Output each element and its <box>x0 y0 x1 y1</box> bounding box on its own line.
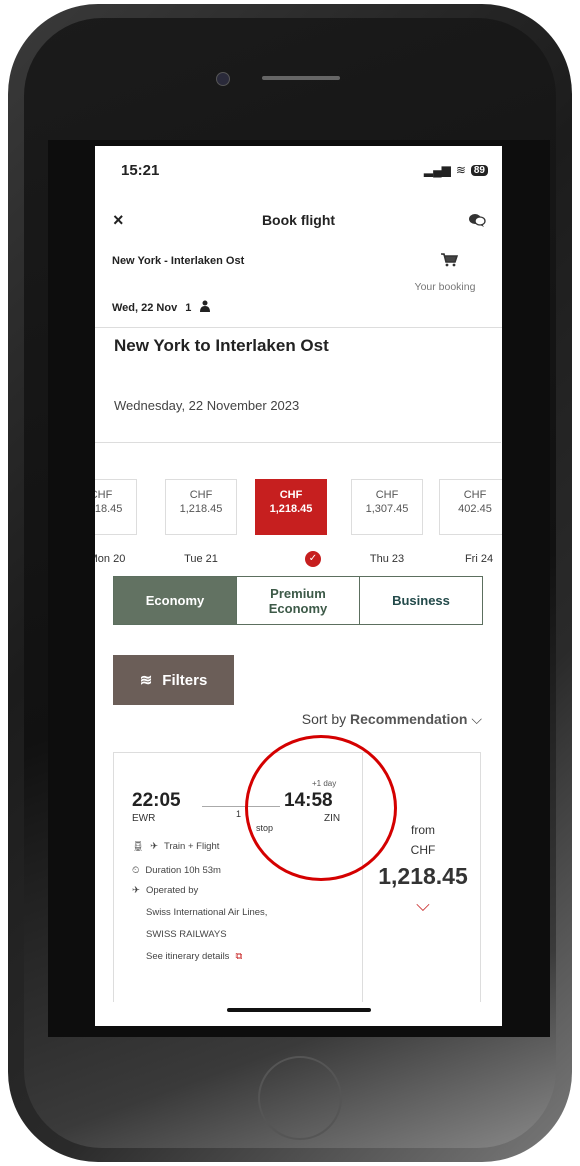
app-screen: 15:21 ▂▄▆ ≋ 89 × Book flight New York - … <box>95 146 502 1026</box>
filters-label: Filters <box>162 671 208 689</box>
chat-icon[interactable] <box>468 212 486 231</box>
trip-route: New York - Interlaken Ost <box>112 255 245 267</box>
filters-button[interactable]: ≋ Filters <box>113 655 234 705</box>
cabin-business[interactable]: Business <box>360 577 482 624</box>
sort-prefix: Sort by <box>301 711 351 727</box>
date-option[interactable]: CHF 1,218.45 <box>165 479 237 535</box>
page-title: Book flight <box>261 212 336 228</box>
check-icon: ✓ <box>305 551 321 567</box>
sort-value: Recommendation <box>350 711 468 727</box>
date-label: Thu 23 <box>369 553 405 565</box>
home-indicator <box>227 1008 371 1012</box>
clock-icon: ⏲ <box>132 865 140 876</box>
date-label: Fri 24 <box>464 553 494 565</box>
divider <box>95 327 502 328</box>
train-icon: 🚆︎ <box>132 841 145 852</box>
itinerary-link-label: See itinerary details <box>146 951 230 962</box>
date-option[interactable]: CHF 1,218.45 <box>95 479 137 535</box>
signal-icon: ▂▄▆ <box>423 163 451 177</box>
operator-line: SWISS RAILWAYS <box>146 929 227 940</box>
cabin-class-selector: Economy Premium Economy Business <box>113 576 483 625</box>
operated-by-label: Operated by <box>145 885 199 896</box>
plane-icon: ✈ <box>132 885 140 896</box>
date-price-strip[interactable]: CHF 1,218.45 CHF 1,218.45 CHF 1,218.45 C… <box>95 442 502 573</box>
cabin-economy[interactable]: Economy <box>114 577 237 624</box>
app-header: × Book flight <box>95 210 502 232</box>
results-heading: New York to Interlaken Ost <box>114 336 329 355</box>
flight-price: 1,218.45 <box>378 863 468 889</box>
departure-code: EWR <box>132 813 156 824</box>
chevron-down-icon: ⌵ <box>471 711 482 727</box>
status-icons: ▂▄▆ ≋ 89 <box>424 163 488 177</box>
cart-icon[interactable] <box>440 252 459 272</box>
cabin-premium-economy[interactable]: Premium Economy <box>237 577 360 624</box>
speaker-grille <box>262 76 340 80</box>
sort-dropdown[interactable]: Sort by Recommendation ⌵ <box>302 711 482 728</box>
date-option[interactable]: CHF 402.45 <box>439 479 502 535</box>
passenger-count: 1 <box>185 302 192 314</box>
duration-row: ⏲ Duration 10h 53m <box>132 865 221 876</box>
home-button[interactable] <box>258 1056 342 1140</box>
departure-time: 22:05 <box>132 790 181 811</box>
trip-date: Wed, 22 Nov <box>112 302 178 314</box>
date-label: Tue 21 <box>184 553 218 565</box>
external-link-icon: ⧉ <box>235 951 243 962</box>
plane-icon: ✈ <box>150 841 159 852</box>
chevron-down-icon[interactable]: ⌵ <box>363 895 483 916</box>
transport-type: Train + Flight <box>164 841 220 852</box>
trip-summary[interactable]: Wed, 22 Nov 1 <box>112 300 211 316</box>
your-booking-label[interactable]: Your booking <box>410 280 480 294</box>
sliders-icon: ≋ <box>139 672 153 689</box>
date-option[interactable]: CHF 1,307.45 <box>351 479 423 535</box>
date-label: Mon 20 <box>95 553 126 565</box>
highlight-circle <box>245 735 397 881</box>
duration: Duration 10h 53m <box>145 865 221 876</box>
travel-date: Wednesday, 22 November 2023 <box>114 398 300 413</box>
operated-row: ✈ Operated by <box>132 885 198 896</box>
status-time: 15:21 <box>121 162 160 179</box>
person-icon <box>199 300 211 316</box>
stops-count: 1 <box>236 809 242 819</box>
operator-name: SWISS RAILWAYS <box>146 929 227 940</box>
transport-row: 🚆︎ ✈ Train + Flight <box>132 841 219 852</box>
itinerary-link[interactable]: See itinerary details ⧉ <box>146 951 242 962</box>
battery-icon: 89 <box>470 164 488 176</box>
status-bar: 15:21 ▂▄▆ ≋ 89 <box>95 162 502 182</box>
wifi-icon: ≋ <box>455 163 466 177</box>
date-option-selected[interactable]: CHF 1,218.45 <box>255 479 327 535</box>
camera-icon <box>216 72 230 86</box>
operator-line: Swiss International Air Lines, <box>146 907 267 918</box>
operator-name: Swiss International Air Lines, <box>146 907 268 918</box>
